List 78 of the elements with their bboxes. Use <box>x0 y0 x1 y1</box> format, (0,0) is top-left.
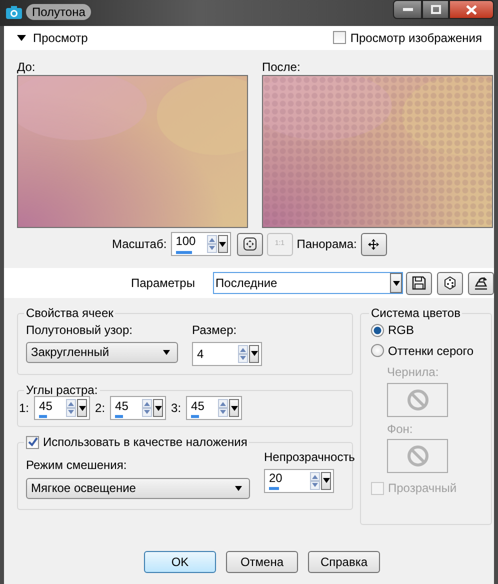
dialog-button[interactable]: Справка <box>308 551 380 573</box>
section-title: Просмотр <box>33 30 88 46</box>
dropdown-button[interactable] <box>218 235 228 253</box>
no-entry-icon <box>406 388 428 411</box>
angle-label: 3: <box>171 401 182 416</box>
move-icon <box>368 238 380 250</box>
caret-icon <box>78 406 86 411</box>
fit-icon <box>242 237 257 251</box>
window-title: Полутона <box>26 4 92 20</box>
close-button[interactable] <box>449 0 494 19</box>
stepper-button[interactable] <box>310 472 320 490</box>
dropdown-button[interactable] <box>229 399 240 418</box>
dropdown-button[interactable] <box>77 399 88 418</box>
radio-label: RGB <box>388 323 414 338</box>
dialog-button[interactable]: Отмена <box>226 551 298 573</box>
stepper-button[interactable] <box>238 344 248 363</box>
save-button[interactable] <box>406 272 432 294</box>
random-button[interactable] <box>437 272 464 294</box>
stepper-button[interactable] <box>142 399 152 418</box>
fit-button[interactable] <box>236 232 263 256</box>
stepper-button[interactable] <box>218 399 228 418</box>
camera-icon <box>6 6 22 19</box>
save-icon <box>412 276 426 290</box>
image-label: До: <box>17 60 36 75</box>
radio-label: Оттенки серого <box>388 344 474 358</box>
color-swatch[interactable] <box>387 382 448 417</box>
color-swatch[interactable] <box>387 438 448 473</box>
dropdown-button[interactable] <box>249 344 259 363</box>
field-label: Непрозрачность <box>264 450 355 465</box>
checkbox[interactable] <box>26 436 39 449</box>
stepper-button[interactable] <box>206 235 217 253</box>
radio-button[interactable] <box>371 344 384 358</box>
caret-icon <box>154 406 162 411</box>
blend-mode-dropdown[interactable]: Мягкое освещение <box>26 478 250 499</box>
caret-icon <box>235 486 242 491</box>
field-label: Режим смешения: <box>26 458 128 473</box>
pan-button[interactable] <box>360 232 387 256</box>
dice-icon <box>443 276 458 290</box>
zoom-label: Масштаб: <box>112 236 167 252</box>
pattern-dropdown[interactable]: Закругленный <box>26 342 178 363</box>
checkbox-label: Просмотр изображения <box>350 30 482 46</box>
radio-button[interactable] <box>371 324 384 338</box>
close-icon <box>466 4 477 14</box>
dropdown-button[interactable] <box>321 472 331 490</box>
checkmark-icon <box>28 437 38 448</box>
minimize-icon <box>402 8 412 11</box>
collapse-triangle-icon[interactable] <box>17 35 26 41</box>
angle-label: 2: <box>95 401 106 416</box>
checkbox[interactable] <box>333 31 346 44</box>
maximize-button[interactable] <box>422 0 449 19</box>
field-label: Размер: <box>192 323 238 338</box>
minimize-button[interactable] <box>393 0 422 19</box>
caret-icon <box>322 478 330 484</box>
stepper-button[interactable] <box>66 399 76 418</box>
pan-label: Панорама: <box>296 236 357 252</box>
checkbox-label: Использовать в качестве наложения <box>43 435 248 450</box>
image-label: После: <box>262 60 302 75</box>
group-title: Система цветов <box>370 306 462 320</box>
checkbox-label: Прозрачный <box>388 480 457 496</box>
field-label: Чернила: <box>387 365 440 380</box>
reset-icon <box>473 276 490 290</box>
reset-button[interactable] <box>468 272 494 294</box>
maximize-icon <box>430 5 440 14</box>
presets-label: Параметры <box>131 276 196 290</box>
caret-icon <box>392 280 400 286</box>
presets-combobox[interactable]: Последние <box>212 272 404 294</box>
caret-icon <box>219 242 226 246</box>
dialog-button[interactable]: OK <box>144 551 216 573</box>
angle-label: 1: <box>19 401 30 416</box>
no-entry-icon <box>406 444 428 467</box>
caret-icon <box>163 350 170 355</box>
field-label: Фон: <box>387 422 414 436</box>
caret-icon <box>250 351 258 356</box>
group-title: Свойства ячеек <box>25 306 114 320</box>
field-label: Полутоновый узор: <box>26 323 134 338</box>
group-title: Углы растра: <box>25 383 99 398</box>
dropdown-button[interactable] <box>153 399 164 418</box>
caret-icon <box>230 406 238 411</box>
